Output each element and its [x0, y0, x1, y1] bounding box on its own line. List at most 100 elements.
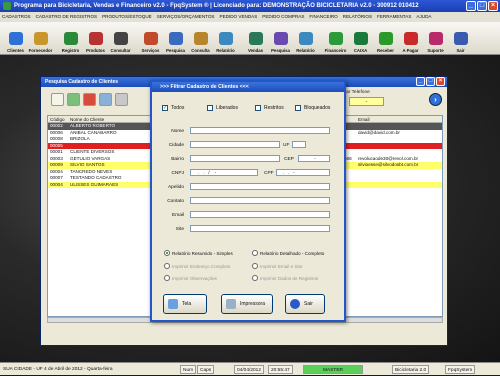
contact-input[interactable] [190, 197, 330, 204]
menu-item-servi-os-or-amentos[interactable]: SERVIÇOS/ORÇAMENTOS [157, 12, 215, 22]
window-minimize-button[interactable]: _ [416, 77, 425, 86]
refresh-icon[interactable] [99, 93, 112, 106]
toolbar-button-receber[interactable]: Receber [373, 22, 398, 55]
toolbar-button-pesquisa[interactable]: Pesquisa [163, 22, 188, 55]
consult-icon [193, 32, 208, 45]
services-icon [143, 32, 158, 45]
checkbox-released-label: Liberados [216, 105, 238, 111]
checkbox-blocked-box[interactable] [295, 105, 301, 111]
menu-item-ajuda[interactable]: AJUDA [416, 12, 431, 22]
checkbox-all-box[interactable]: ✓ [162, 105, 168, 111]
option-print-records-box[interactable] [252, 275, 258, 281]
status-city-date: SUA CIDADE - UF 4 de Abril de 2012 - Qua… [3, 367, 113, 372]
window-close-button[interactable]: × [436, 77, 445, 86]
column-name[interactable]: Nome do Cliente [70, 116, 150, 123]
checkbox-all[interactable]: ✓ Todos [162, 105, 184, 111]
menu-item-financeiro[interactable]: FINANCEIRO [309, 12, 337, 22]
menu-item-pedido-compras[interactable]: PEDIDO COMPRAS [262, 12, 304, 22]
toolbar-button-servi-os[interactable]: Serviços [138, 22, 163, 55]
option-print-email-box[interactable] [252, 263, 258, 269]
checkbox-blocked[interactable]: Bloqueados [295, 105, 330, 111]
toolbar-label: Clientes [7, 48, 24, 53]
add-icon[interactable] [67, 93, 80, 106]
clients-icon [8, 32, 23, 45]
city-label: Cidade [168, 143, 184, 148]
toolbar-button-vendas[interactable]: Vendas [243, 22, 268, 55]
cnpj-input[interactable]: . . / - [190, 169, 258, 176]
status-brand: FpqSystem [445, 365, 476, 374]
cpf-input[interactable]: . . - [276, 169, 330, 176]
exit-icon [290, 299, 300, 309]
close-button[interactable]: × [488, 1, 498, 11]
column-code[interactable]: Código [50, 116, 68, 123]
printer-button[interactable]: Impressora [221, 294, 273, 314]
email-input[interactable] [190, 211, 330, 218]
radio-detailed-dot[interactable] [252, 250, 258, 256]
report-icon [218, 32, 233, 45]
toolbar-button-consultar[interactable]: Consultar [108, 22, 133, 55]
toolbar-button-suporte[interactable]: Suporte [423, 22, 448, 55]
screen-button[interactable]: Tela [163, 294, 207, 314]
nickname-input[interactable] [190, 183, 330, 190]
printer-icon [226, 299, 236, 309]
checkbox-restricted-box[interactable] [255, 105, 261, 111]
delete-icon[interactable] [83, 93, 96, 106]
nickname-label: Apelido [167, 185, 184, 190]
toolbar-button-relat-rio[interactable]: Relatório [213, 22, 238, 55]
maximize-button[interactable]: □ [477, 1, 487, 11]
toolbar-button-produtos[interactable]: Produtos [83, 22, 108, 55]
minimize-button[interactable]: _ [466, 1, 476, 11]
support-icon [428, 32, 443, 45]
new-icon[interactable] [51, 93, 64, 106]
city-input[interactable] [190, 141, 280, 148]
toolbar-button-fornecedor[interactable]: Fornecedor [28, 22, 53, 55]
toolbar-button-financeiro[interactable]: Financeiro [323, 22, 348, 55]
option-print-address[interactable]: Imprimir Endereço Completo [164, 263, 230, 269]
option-print-address-box[interactable] [164, 263, 170, 269]
window-maximize-button[interactable]: □ [426, 77, 435, 86]
status-date: 04/04/2012 [234, 365, 265, 374]
toolbar-button-consulta[interactable]: Consulta [188, 22, 213, 55]
uf-select[interactable] [292, 141, 306, 148]
cep-input[interactable]: - [298, 155, 330, 162]
option-print-email[interactable]: Imprimir Email e Site [252, 263, 302, 269]
toolbar-button-clientes[interactable]: Clientes [3, 22, 28, 55]
menu-item-cadastros[interactable]: CADASTROS [2, 12, 31, 22]
radio-summary-dot[interactable] [164, 250, 170, 256]
option-print-notes-box[interactable] [164, 275, 170, 281]
menu-item-cadastro-de-registros[interactable]: CADASTRO DE REGISTROS [36, 12, 98, 22]
toolbar-button-registro[interactable]: Registro [58, 22, 83, 55]
toolbar-button-a-pagar[interactable]: A Pagar [398, 22, 423, 55]
checkbox-restricted[interactable]: Restritos [255, 105, 284, 111]
site-input[interactable] [190, 225, 330, 232]
column-email[interactable]: Email [358, 116, 442, 123]
district-input[interactable] [190, 155, 280, 162]
radio-detailed-report[interactable]: Relatório Detalhado - Completo [252, 250, 324, 256]
option-print-records[interactable]: Imprimir Dados de Registros [252, 275, 318, 281]
toolbar-button-relat-rio[interactable]: Relatório [293, 22, 318, 55]
app-titlebar: Programa para Bicicletaria, Vendas e Fin… [0, 0, 500, 12]
phone-track-input[interactable]: - [349, 97, 384, 106]
toolbar-button-caixa[interactable]: CAIXA [348, 22, 373, 55]
menu-item-ferramentas[interactable]: FERRAMENTAS [377, 12, 411, 22]
menu-item-pedido-vendas[interactable]: PEDIDO VENDAS [220, 12, 258, 22]
menu-item-relat-rios[interactable]: RELATÓRIOS [343, 12, 372, 22]
phone-track-go-button[interactable]: › [429, 93, 442, 106]
radio-summary-label: Relatório Resumido - Simples [172, 250, 233, 256]
option-print-notes[interactable]: Imprimir Observações [164, 275, 217, 281]
name-label: Nome [171, 129, 184, 134]
toolbar-button-pesquisa[interactable]: Pesquisa [268, 22, 293, 55]
bicycle-icon [63, 32, 78, 45]
toolbar-label: Relatório [216, 48, 235, 53]
print-icon[interactable] [115, 93, 128, 106]
checkbox-released-box[interactable] [207, 105, 213, 111]
radio-summary-report[interactable]: Relatório Resumido - Simples [164, 250, 233, 256]
status-bar: SUA CIDADE - UF 4 de Abril de 2012 - Qua… [0, 362, 500, 375]
radio-detailed-label: Relatório Detalhado - Completo [260, 250, 325, 256]
name-input[interactable] [190, 127, 330, 134]
toolbar-button-sair[interactable]: Sair [448, 22, 473, 55]
menu-item-produtos-estoque[interactable]: PRODUTOS/ESTOQUE [102, 12, 152, 22]
checkbox-released[interactable]: Liberados [207, 105, 238, 111]
option-print-address-label: Imprimir Endereço Completo [172, 263, 231, 269]
exit-button[interactable]: Sair [285, 294, 325, 314]
